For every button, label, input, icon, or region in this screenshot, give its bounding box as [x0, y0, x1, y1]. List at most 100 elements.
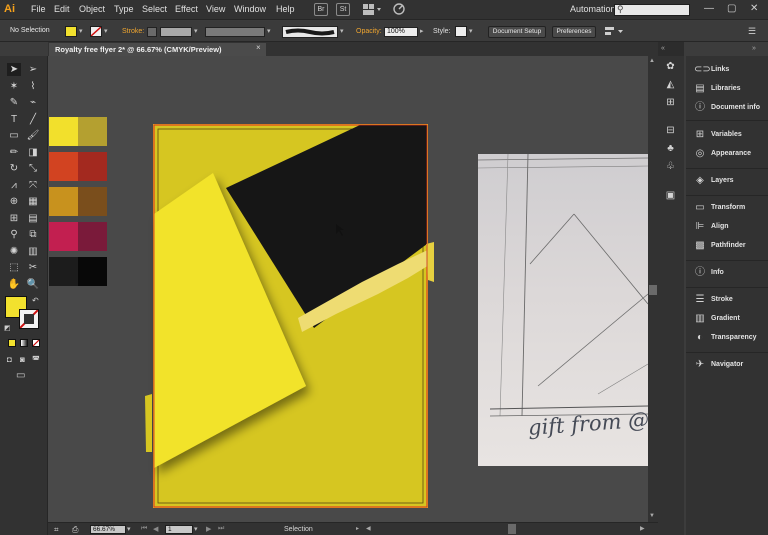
opacity-dropdown-icon[interactable]: ▸: [420, 27, 424, 35]
selection-tool-icon[interactable]: ➤: [7, 63, 21, 76]
rotate-tool-icon[interactable]: ↻: [7, 162, 21, 175]
stroke-weight-field[interactable]: [160, 27, 192, 37]
panel-variables[interactable]: Variables: [711, 131, 742, 138]
stroke-label[interactable]: Stroke:: [122, 28, 144, 35]
variables-panel-icon[interactable]: ⊞: [694, 129, 706, 141]
scale-tool-icon[interactable]: ⤡: [26, 162, 40, 175]
menu-edit[interactable]: Edit: [54, 4, 70, 14]
preferences-button[interactable]: Preferences: [552, 26, 596, 38]
panel-navigator[interactable]: Navigator: [711, 361, 743, 368]
default-colors-icon[interactable]: ◩: [4, 324, 11, 332]
collapse-dock-icon[interactable]: »: [752, 45, 756, 52]
screen-mode-icon[interactable]: ▭: [16, 370, 25, 381]
collapse-strip-icon[interactable]: «: [661, 45, 665, 52]
swap-fill-stroke-icon[interactable]: ↶: [32, 296, 39, 305]
navigator-panel-icon[interactable]: ✈: [694, 359, 706, 371]
info-panel-icon[interactable]: ⓘ: [694, 267, 706, 279]
color-panel-icon[interactable]: ◭: [664, 79, 677, 91]
minimize-button[interactable]: —: [704, 3, 714, 14]
hand-tool-icon[interactable]: ✋: [7, 278, 21, 291]
stroke-weight-dropdown-icon[interactable]: ▾: [194, 27, 198, 35]
color-guide-icon[interactable]: ✿: [664, 61, 677, 73]
mesh-tool-icon[interactable]: ⊞: [7, 212, 21, 225]
align-panel-icon[interactable]: ⊫: [694, 221, 706, 233]
layers-panel-icon[interactable]: ◈: [694, 175, 706, 187]
panel-document-info[interactable]: Document info: [711, 104, 760, 111]
slice-tool-icon[interactable]: ✂: [26, 261, 40, 274]
perspective-grid-tool-icon[interactable]: ▦: [26, 195, 40, 208]
vertical-scroll-thumb[interactable]: [649, 285, 657, 295]
search-input[interactable]: [614, 4, 690, 16]
scroll-up-icon[interactable]: ▲: [649, 58, 655, 64]
current-tool-status[interactable]: Selection: [284, 526, 313, 533]
symbols-icon[interactable]: ♣: [664, 143, 677, 155]
swatches-icon[interactable]: ⊞: [664, 97, 677, 109]
none-mode-icon[interactable]: [32, 339, 40, 347]
magic-wand-tool-icon[interactable]: ✶: [7, 80, 21, 93]
panel-layers[interactable]: Layers: [711, 177, 734, 184]
document-info-panel-icon[interactable]: ⓘ: [694, 102, 706, 114]
color-mode-icon[interactable]: [8, 339, 16, 347]
eraser-tool-icon[interactable]: ◨: [26, 146, 40, 159]
panel-libraries[interactable]: Libraries: [711, 85, 741, 92]
variable-width-profile[interactable]: [205, 27, 265, 37]
pencil-tool-icon[interactable]: ✏: [7, 146, 21, 159]
transparency-panel-icon[interactable]: ◐: [694, 332, 706, 344]
opacity-label[interactable]: Opacity:: [356, 28, 382, 35]
menu-type[interactable]: Type: [114, 4, 134, 14]
fill-swatch[interactable]: [65, 26, 77, 37]
scroll-left-icon[interactable]: ◀: [366, 525, 371, 532]
pen-tool-icon[interactable]: ✎: [7, 96, 21, 109]
stroke-dropdown-icon[interactable]: ▾: [104, 27, 108, 35]
type-tool-icon[interactable]: T: [7, 113, 21, 126]
rectangle-tool-icon[interactable]: ▭: [7, 129, 21, 142]
lasso-tool-icon[interactable]: ⌇: [26, 80, 40, 93]
opacity-field[interactable]: 100%: [384, 27, 418, 37]
control-bar-menu-icon[interactable]: ☰: [748, 26, 756, 37]
menu-effect[interactable]: Effect: [175, 4, 198, 14]
menu-object[interactable]: Object: [79, 4, 105, 14]
brush-definition[interactable]: [282, 26, 338, 38]
zoom-dropdown-icon[interactable]: ▾: [127, 525, 131, 533]
libraries-panel-icon[interactable]: ▤: [694, 83, 706, 95]
artboard-dropdown-icon[interactable]: ▾: [194, 525, 198, 533]
stroke-color-box[interactable]: [19, 309, 39, 329]
bridge-icon[interactable]: Br: [314, 3, 328, 16]
graphic-style-swatch[interactable]: [455, 26, 467, 37]
graphic-styles-icon[interactable]: ♧: [664, 161, 677, 173]
maximize-button[interactable]: ▢: [727, 3, 736, 14]
align-options-icon[interactable]: [604, 25, 626, 38]
artboards-icon[interactable]: ▣: [664, 190, 677, 202]
profile-dropdown-icon[interactable]: ▾: [267, 27, 271, 35]
zoom-field[interactable]: 66.67%: [90, 525, 126, 534]
stock-icon[interactable]: St: [336, 3, 350, 16]
symbol-sprayer-tool-icon[interactable]: ✺: [7, 245, 21, 258]
menu-window[interactable]: Window: [234, 4, 266, 14]
links-panel-icon[interactable]: ⊂⊃: [694, 64, 711, 76]
artboard-navigation-icon[interactable]: ⌗: [54, 525, 59, 535]
last-artboard-icon[interactable]: ⏭: [218, 525, 224, 533]
panel-align[interactable]: Align: [711, 223, 729, 230]
panel-info[interactable]: Info: [711, 269, 724, 276]
gpu-performance-icon[interactable]: [393, 3, 407, 16]
close-tab-button[interactable]: ×: [256, 43, 261, 52]
status-menu-icon[interactable]: ▸: [356, 525, 359, 532]
paintbrush-tool-icon[interactable]: 🖌: [26, 129, 40, 142]
style-dropdown-icon[interactable]: ▾: [469, 27, 473, 35]
transform-panel-icon[interactable]: ▭: [694, 202, 706, 214]
panel-appearance[interactable]: Appearance: [711, 150, 751, 157]
direct-selection-tool-icon[interactable]: ➢: [26, 63, 40, 76]
document-setup-button[interactable]: Document Setup: [488, 26, 546, 38]
curvature-tool-icon[interactable]: ⌁: [26, 96, 40, 109]
panel-stroke[interactable]: Stroke: [711, 296, 733, 303]
scroll-right-icon[interactable]: ▶: [640, 525, 645, 532]
menu-file[interactable]: File: [31, 4, 46, 14]
appearance-panel-icon[interactable]: ◎: [694, 148, 706, 160]
pathfinder-panel-icon[interactable]: ▩: [694, 240, 706, 252]
print-tiling-icon[interactable]: ⎙: [72, 525, 78, 535]
zoom-tool-icon[interactable]: 🔍: [26, 278, 40, 291]
column-graph-tool-icon[interactable]: ▥: [26, 245, 40, 258]
brushes-icon[interactable]: ⊟: [664, 125, 677, 137]
draw-inside-icon[interactable]: ◚: [32, 355, 40, 364]
document-tab[interactable]: Royalty free flyer 2* @ 66.67% (CMYK/Pre…: [49, 43, 266, 56]
